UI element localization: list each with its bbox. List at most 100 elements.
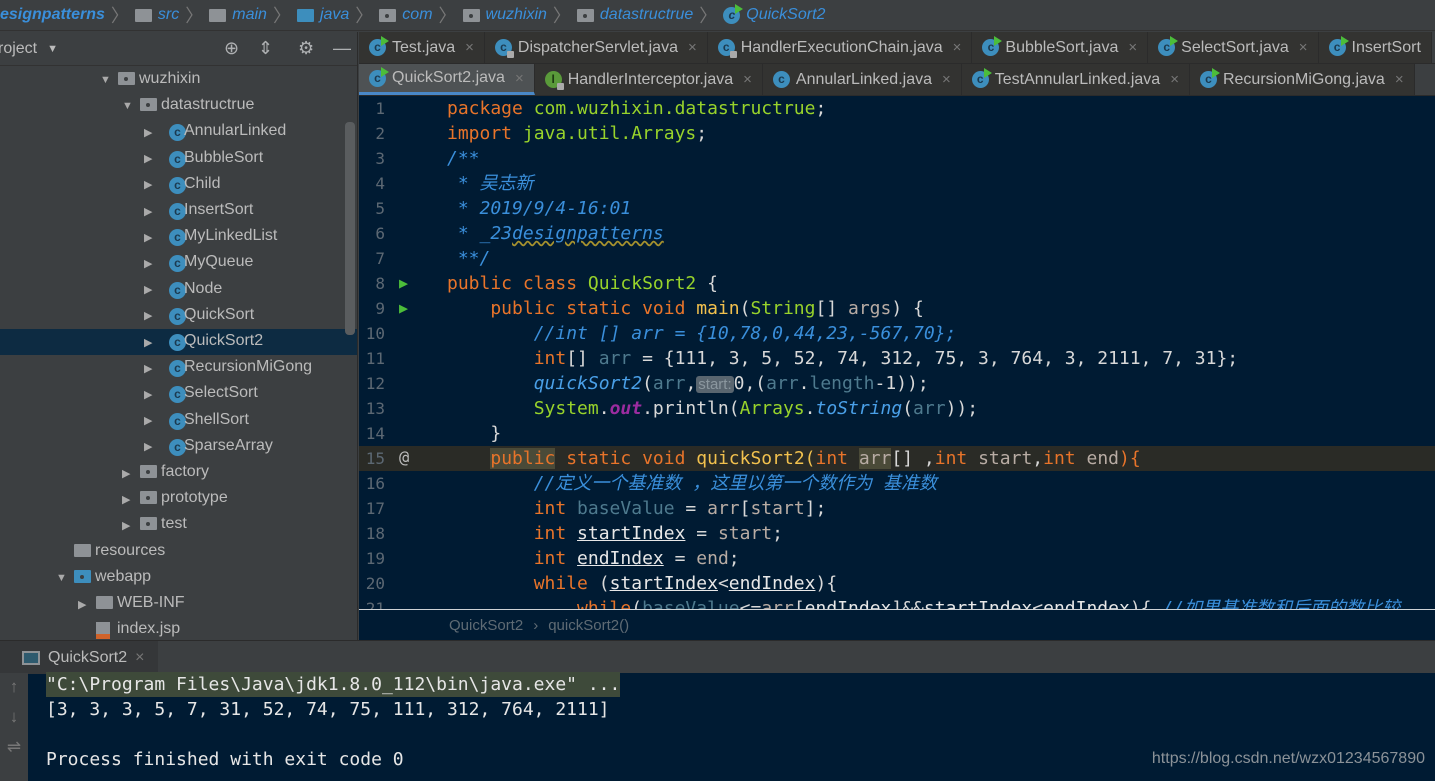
code-line[interactable]: 11 int[] arr = {111, 3, 5, 52, 74, 312, … [359,346,1435,371]
tree-item[interactable]: ▶ c AnnularLinked [0,119,357,145]
tree-item[interactable]: ▶ WEB-INF [0,591,357,617]
collapsed-arrow-icon[interactable]: ▶ [122,467,130,480]
collapsed-arrow-icon[interactable]: ▶ [144,336,152,349]
code-line[interactable]: 12 quickSort2(arr, start: 0,(arr.length-1)… [359,371,1435,396]
expanded-arrow-icon[interactable]: ▼ [100,74,111,86]
breadcrumb-item[interactable]: datastructrue [576,6,693,24]
code-line[interactable]: 7 **/ [359,246,1435,271]
tree-item[interactable]: ▼ datastructrue [0,93,357,119]
code-line[interactable]: 5 * 2019/9/4-16:01 [359,196,1435,221]
code-line[interactable]: 9 ▶ public static void main(String[] args… [359,296,1435,321]
close-tab-icon[interactable]: × [953,39,962,56]
code-line[interactable]: 18 int startIndex = start; [359,521,1435,546]
collapse-icon[interactable]: ⇕ [258,38,273,59]
editor-tab[interactable]: c DispatcherServlet.java × [484,32,708,63]
code-line[interactable]: 1 package com.wuzhixin.datastructrue; [359,96,1435,121]
editor-tab[interactable]: c RecursionMiGong.java × [1189,64,1415,95]
close-tab-icon[interactable]: × [1299,39,1308,56]
collapsed-arrow-icon[interactable]: ▶ [144,362,152,375]
collapsed-arrow-icon[interactable]: ▶ [144,440,152,453]
chevron-down-icon[interactable]: ▼ [47,43,58,55]
collapsed-arrow-icon[interactable]: ▶ [144,178,152,191]
close-tab-icon[interactable]: × [942,71,951,88]
tree-item[interactable]: ▶ c QuickSort [0,303,357,329]
gear-icon[interactable]: ⚙ [298,38,314,59]
collapsed-arrow-icon[interactable]: ▶ [144,205,152,218]
run-tab[interactable]: QuickSort2 × [0,641,158,674]
editor-tab[interactable]: c HandlerExecutionChain.java × [707,32,973,63]
editor-tab[interactable]: c SelectSort.java × [1148,32,1319,63]
close-tab-icon[interactable]: × [1395,71,1404,88]
locate-icon[interactable]: ⊕ [224,38,239,59]
code-line[interactable]: 21 while(baseValue<=arr[endIndex]&&start… [359,596,1435,609]
tree-item[interactable]: ▶ c Node [0,277,357,303]
tree-item[interactable]: resources [0,539,357,565]
breadcrumb-item[interactable]: wuzhixin [462,6,547,24]
override-gutter-icon[interactable]: @ [399,446,409,471]
collapsed-arrow-icon[interactable]: ▶ [144,231,152,244]
run-gutter-icon[interactable]: ▶ [399,296,408,321]
code-line[interactable]: 2 import java.util.Arrays; [359,121,1435,146]
editor-tab[interactable]: I HandlerInterceptor.java × [534,64,763,95]
editor-tab[interactable]: c Test.java × [359,32,485,63]
code-line[interactable]: 6 * _23designpatterns [359,221,1435,246]
tree-item[interactable]: ▶ c RecursionMiGong [0,355,357,381]
breadcrumb-item[interactable]: esignpatterns [0,6,105,24]
breadcrumb-item[interactable]: c QuickSort2 [723,3,825,24]
close-tab-icon[interactable]: × [1170,71,1179,88]
tree-item[interactable]: ▼ webapp [0,565,357,591]
tree-item[interactable]: ▶ c MyQueue [0,250,357,276]
expanded-arrow-icon[interactable]: ▼ [56,572,67,584]
tree-item[interactable]: ▶ c QuickSort2 [0,329,357,355]
expanded-arrow-icon[interactable]: ▼ [122,100,133,112]
tree-item[interactable]: ▼ wuzhixin [0,67,357,93]
collapsed-arrow-icon[interactable]: ▶ [78,598,86,611]
code-line[interactable]: 3 /** [359,146,1435,171]
tree-scrollbar[interactable] [345,122,355,335]
close-tab-icon[interactable]: × [515,70,524,87]
collapsed-arrow-icon[interactable]: ▶ [144,283,152,296]
code-line[interactable]: 20 while (startIndex<endIndex){ [359,571,1435,596]
collapsed-arrow-icon[interactable]: ▶ [122,493,130,506]
collapsed-arrow-icon[interactable]: ▶ [144,309,152,322]
breadcrumb-item[interactable]: src [134,6,179,24]
collapsed-arrow-icon[interactable]: ▶ [144,257,152,270]
code-line[interactable]: 16 //定义一个基准数 ，这里以第一个数作为 基准数 [359,471,1435,496]
tree-item[interactable]: ▶ c BubbleSort [0,146,357,172]
code-line[interactable]: 17 int baseValue = arr[start]; [359,496,1435,521]
tree-item[interactable]: index.jsp [0,617,357,640]
breadcrumb-method[interactable]: quickSort2() [548,617,629,634]
close-tab-icon[interactable]: × [465,39,474,56]
breadcrumb-item[interactable]: java [296,6,349,24]
arrow-down-icon[interactable]: ↓ [0,707,28,727]
minimize-icon[interactable]: — [333,38,351,59]
collapsed-arrow-icon[interactable]: ▶ [122,519,130,532]
tree-item[interactable]: ▶ c ShellSort [0,408,357,434]
project-view-selector[interactable]: roject [0,40,37,58]
tree-item[interactable]: ▶ c SparseArray [0,434,357,460]
run-gutter-icon[interactable]: ▶ [399,271,408,296]
breadcrumb-item[interactable]: main [209,6,267,24]
code-line[interactable]: 13 System.out.println(Arrays.toString(ar… [359,396,1435,421]
collapsed-arrow-icon[interactable]: ▶ [144,414,152,427]
tree-item[interactable]: ▶ c MyLinkedList [0,224,357,250]
collapsed-arrow-icon[interactable]: ▶ [144,126,152,139]
breadcrumb-class[interactable]: QuickSort2 [449,617,523,634]
tree-item[interactable]: ▶ test [0,512,357,538]
code-area[interactable]: 1 package com.wuzhixin.datastructrue; 2 imp… [359,96,1435,610]
editor-tab[interactable]: c AnnularLinked.java × [762,64,962,95]
arrow-up-icon[interactable]: ↑ [0,677,28,697]
code-line[interactable]: 10 //int [] arr = {10,78,0,44,23,-567,70… [359,321,1435,346]
code-line[interactable]: 15 @ public static void quickSort2(int ar… [359,446,1435,471]
editor-tab[interactable]: c BubbleSort.java × [972,32,1149,63]
close-icon[interactable]: × [135,649,144,667]
soft-wrap-icon[interactable]: ⇌ [0,737,28,757]
close-tab-icon[interactable]: × [688,39,697,56]
tree-item[interactable]: ▶ c Child [0,172,357,198]
editor-tab[interactable]: c TestAnnularLinked.java × [961,64,1190,95]
tree-item[interactable]: ▶ c SelectSort [0,381,357,407]
close-tab-icon[interactable]: × [1128,39,1137,56]
tree-item[interactable]: ▶ prototype [0,486,357,512]
editor-tab[interactable]: c InsertSort [1318,32,1432,63]
collapsed-arrow-icon[interactable]: ▶ [144,388,152,401]
